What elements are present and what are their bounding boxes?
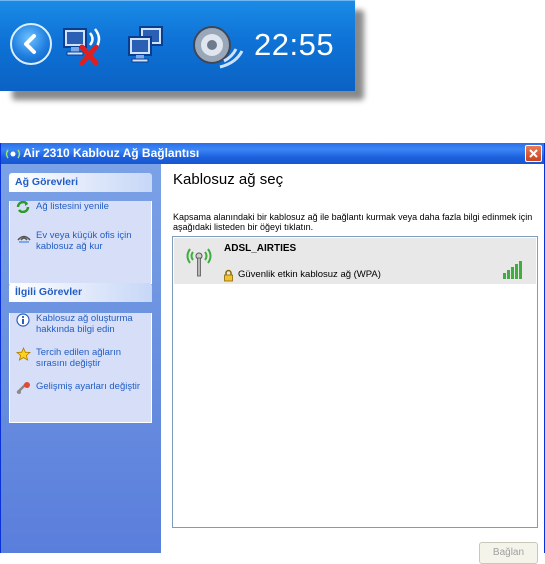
refresh-network-list-label: Ağ listesini yenile [36,201,109,212]
show-hidden-icons-button[interactable] [10,23,52,65]
close-icon [529,149,538,158]
setup-network-icon [16,230,32,247]
related-tasks-body: Kablosuz ağ oluşturma hakkında bilgi edi… [9,313,152,423]
wireless-antenna-icon [184,244,214,282]
setup-home-network-link[interactable]: Ev veya küçük ofis için kablosuz ağ kur [10,230,151,252]
change-preferred-order-label: Tercih edilen ağların sırasını değiştir [36,347,122,369]
advanced-settings-label: Gelişmiş ayarları değiştir [36,381,140,392]
network-security: Güvenlik etkin kablosuz ağ (WPA) [238,269,381,280]
setup-home-network-label: Ev veya küçük ofis için kablosuz ağ kur [36,230,132,252]
network-item-adsl-airties[interactable]: ADSL_AIRTIES Güvenlik etkin kablosuz ağ … [174,238,536,284]
title-bar[interactable]: Air 2310 Kablouz Ağ Bağlantısı [1,143,544,164]
network-list[interactable]: ADSL_AIRTIES Güvenlik etkin kablosuz ağ … [172,236,538,528]
close-button[interactable] [525,145,542,162]
network-connected-icon[interactable] [126,23,172,73]
network-tasks-body: Ağ listesini yenile Ev veya küçük ofis i… [9,200,152,284]
notification-area: 22:55 [0,0,355,91]
window-title: Air 2310 Kablouz Ağ Bağlantısı [23,146,200,160]
related-tasks-group: İlgili Görevler Kablosuz ağ oluşturma ha… [9,283,152,423]
instructions-text: Kapsama alanındaki bir kablosuz ağ ile b… [173,212,533,232]
network-tasks-group: Ağ Görevleri Ağ listesini yenile Ev veya… [9,173,152,284]
learn-wireless-link[interactable]: Kablosuz ağ oluşturma hakkında bilgi edi… [10,313,151,335]
volume-icon[interactable] [190,23,246,77]
network-disconnected-icon[interactable] [62,23,112,73]
network-name: ADSL_AIRTIES [224,243,297,254]
connect-button[interactable]: Bağlan [479,542,538,564]
window-content: Ağ Görevleri Ağ listesini yenile Ev veya… [1,164,544,564]
change-preferred-order-link[interactable]: Tercih edilen ağların sırasını değiştir [10,346,151,369]
refresh-icon [16,200,30,216]
signal-strength-icon [502,260,526,284]
advanced-settings-link[interactable]: Gelişmiş ayarları değiştir [10,381,151,394]
task-pane: Ağ Görevleri Ağ listesini yenile Ev veya… [1,164,161,553]
chevron-left-icon [24,34,36,54]
related-tasks-heading[interactable]: İlgili Görevler [9,283,152,302]
settings-icon [16,381,32,398]
wireless-network-window: Air 2310 Kablouz Ağ Bağlantısı Ağ Görevl… [0,143,545,564]
lock-icon [223,267,234,286]
clock[interactable]: 22:55 [254,27,334,63]
wireless-icon [5,146,21,165]
star-icon [15,346,32,364]
learn-wireless-label: Kablosuz ağ oluşturma hakkında bilgi edi… [36,313,133,335]
page-title: Kablosuz ağ seç [173,171,284,188]
info-icon [16,313,30,330]
network-tasks-heading[interactable]: Ağ Görevleri [9,173,152,192]
taskbar-tray-snippet: 22:55 [0,0,368,104]
refresh-network-list-link[interactable]: Ağ listesini yenile [10,200,151,214]
